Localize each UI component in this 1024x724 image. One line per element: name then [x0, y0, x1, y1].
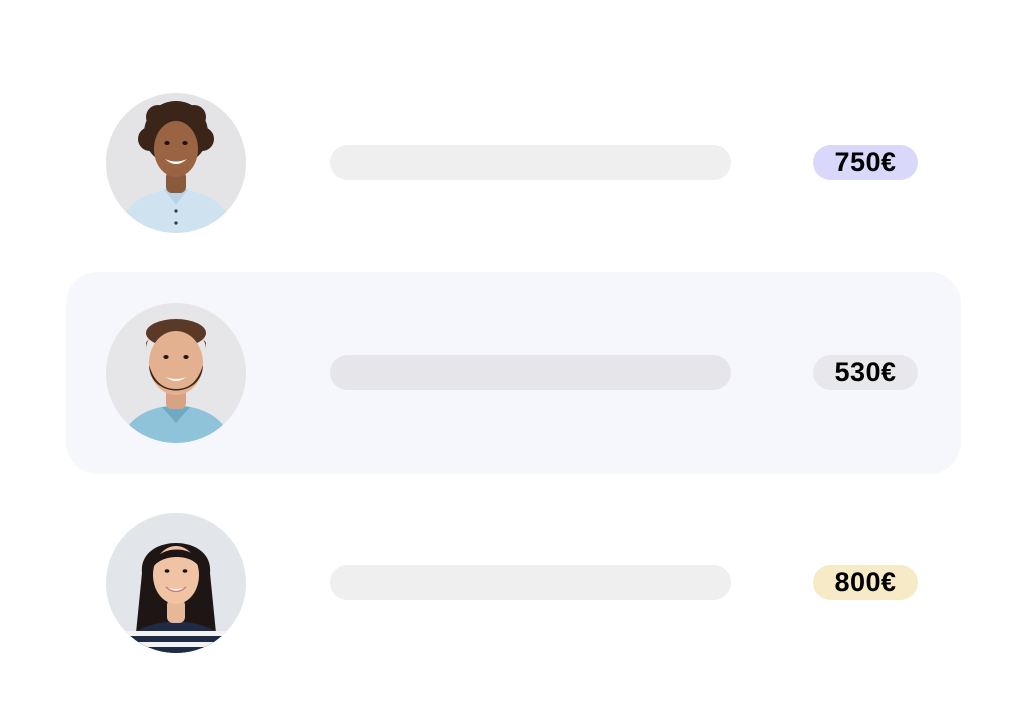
list-item[interactable]: 750€ — [66, 62, 961, 264]
name-placeholder-bar — [330, 565, 731, 600]
avatar — [106, 513, 246, 653]
name-placeholder-bar — [330, 145, 731, 180]
avatar — [106, 93, 246, 233]
amount-badge: 750€ — [813, 145, 918, 180]
amount-badge: 530€ — [813, 355, 918, 390]
avatar — [106, 303, 246, 443]
name-placeholder-bar — [330, 355, 731, 390]
list-item[interactable]: 800€ — [66, 482, 961, 684]
list-item-selected[interactable]: 530€ — [66, 272, 961, 474]
payout-list: 750€ 530€ 800€ — [0, 0, 1024, 724]
amount-badge: 800€ — [813, 565, 918, 600]
